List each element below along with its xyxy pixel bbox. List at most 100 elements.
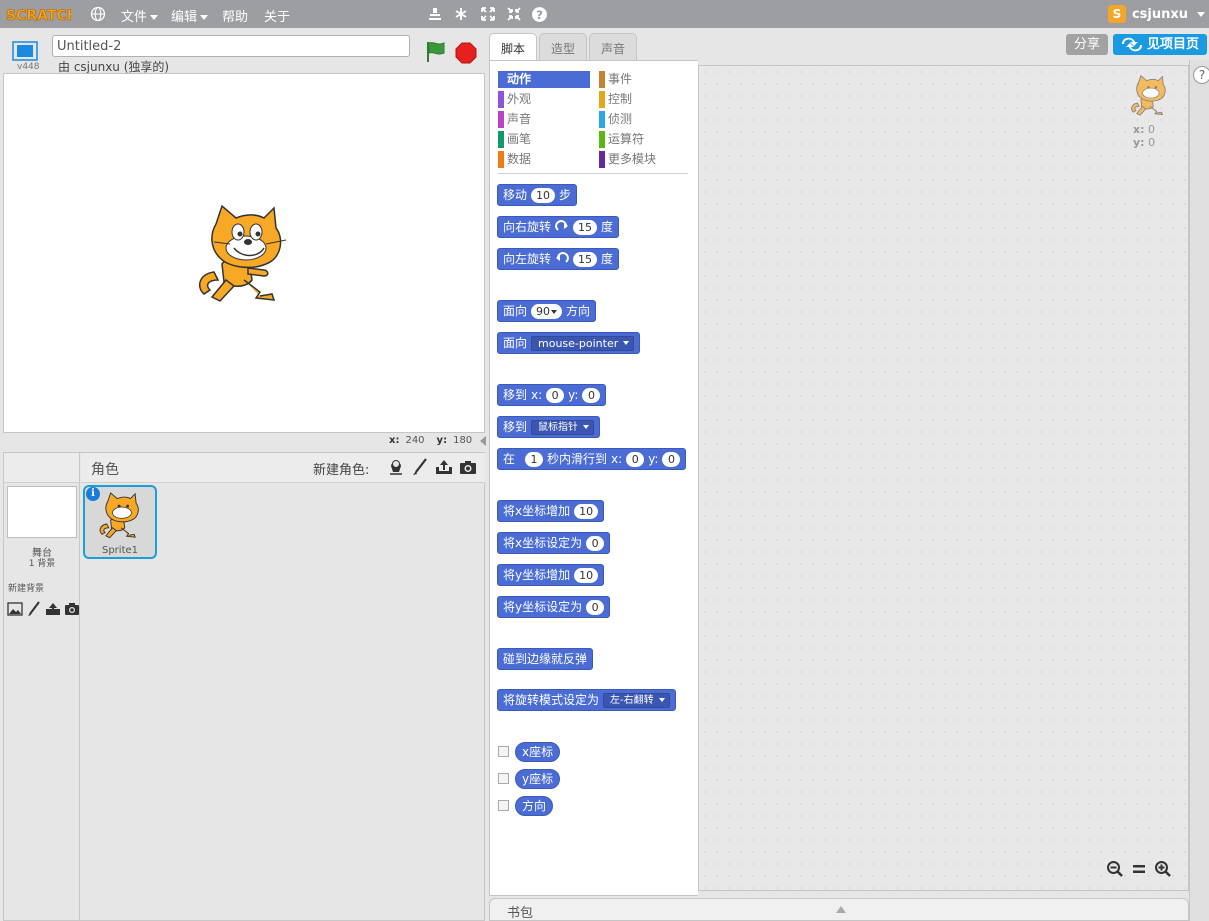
new-sprite-icons xyxy=(386,457,478,477)
chevron-down-icon xyxy=(150,15,159,20)
block-bounce-on-edge[interactable]: 碰到边缘就反弹 xyxy=(497,648,594,670)
reporter-checkbox-direction[interactable] xyxy=(498,800,509,811)
block-turn-right[interactable]: 向右旋转 15 度 xyxy=(497,216,620,238)
reporter-x-position[interactable]: x座标 xyxy=(515,742,561,762)
sprites-title: 角色 xyxy=(91,462,119,478)
tab-scripts[interactable]: 脚本 xyxy=(489,33,538,62)
grow-icon[interactable] xyxy=(478,4,498,24)
block-input[interactable]: 0 xyxy=(582,387,601,403)
menu-help[interactable]: 帮助 xyxy=(222,6,248,25)
block-change-y[interactable]: 将y坐标增加 10 xyxy=(497,564,605,586)
block-input[interactable]: 10 xyxy=(574,503,599,519)
category-sound[interactable]: 声音 xyxy=(498,111,590,128)
block-dropdown[interactable]: 鼠标指针 xyxy=(531,419,595,435)
zoom-reset-icon[interactable] xyxy=(1129,859,1149,879)
tab-costumes[interactable]: 造型 xyxy=(539,33,588,60)
stage-canvas[interactable] xyxy=(3,73,485,433)
zoom-out-icon[interactable] xyxy=(1105,859,1125,879)
block-input[interactable]: 10 xyxy=(531,187,556,203)
globe-icon[interactable] xyxy=(88,4,108,24)
category-sensing[interactable]: 侦测 xyxy=(599,111,691,128)
green-flag-icon[interactable] xyxy=(424,40,448,64)
duplicate-stamp-icon[interactable] xyxy=(425,4,445,24)
block-input[interactable]: 1 xyxy=(525,451,544,467)
category-motion[interactable]: 动作 xyxy=(498,71,590,88)
image-library-icon[interactable] xyxy=(7,599,23,619)
share-button[interactable]: 分享 xyxy=(1066,34,1108,55)
presentation-mode-icon[interactable] xyxy=(12,41,38,61)
reporter-y-position[interactable]: y座标 xyxy=(515,769,561,789)
block-input[interactable]: 0 xyxy=(546,387,565,403)
script-area[interactable]: x: 0 y: 0 xyxy=(698,65,1189,891)
user-menu[interactable]: S csjunxu xyxy=(1107,4,1205,24)
cut-scissors-icon[interactable] xyxy=(451,4,471,24)
upload-icon[interactable] xyxy=(434,457,454,477)
block-input[interactable]: 10 xyxy=(574,567,599,583)
sprite-library: 舞台 1 背景 新建背景 角色 新建角色: i Sprite1 xyxy=(3,452,485,921)
block-input[interactable]: 0 xyxy=(586,599,605,615)
username: csjunxu xyxy=(1131,6,1188,22)
block-input[interactable]: 0 xyxy=(626,451,645,467)
block-go-to[interactable]: 移到 鼠标指针 xyxy=(497,416,601,438)
block-input[interactable]: 15 xyxy=(573,251,598,267)
collapse-stage-icon[interactable] xyxy=(480,436,486,446)
cat-sprite[interactable] xyxy=(194,202,294,308)
see-project-page-button[interactable]: 见项目页 xyxy=(1113,34,1207,55)
current-sprite-thumbnail xyxy=(1131,74,1166,116)
category-control[interactable]: 控制 xyxy=(599,91,691,108)
block-change-x[interactable]: 将x坐标增加 10 xyxy=(497,500,605,522)
block-go-to-xy[interactable]: 移到 x: 0 y: 0 xyxy=(497,384,607,406)
expand-up-icon[interactable] xyxy=(836,906,846,913)
block-set-y[interactable]: 将y坐标设定为 0 xyxy=(497,596,611,618)
category-events[interactable]: 事件 xyxy=(599,71,691,88)
reporter-direction[interactable]: 方向 xyxy=(515,796,554,816)
stage-thumbnail[interactable] xyxy=(7,486,77,538)
block-set-rotation-style[interactable]: 将旋转模式设定为 左-右翻转 xyxy=(497,689,676,711)
new-backdrop-label: 新建背景 xyxy=(8,584,45,594)
paint-brush-icon[interactable] xyxy=(26,599,42,619)
block-input[interactable]: 15 xyxy=(573,219,598,235)
camera-icon[interactable] xyxy=(458,457,478,477)
menu-file[interactable]: 文件 xyxy=(121,6,159,25)
shrink-icon[interactable] xyxy=(504,4,524,24)
block-turn-left[interactable]: 向左旋转 15 度 xyxy=(497,248,620,270)
block-input[interactable]: 0 xyxy=(662,451,681,467)
block-glide[interactable]: 在 1 秒内滑行到 x: 0 y: 0 xyxy=(497,448,687,470)
category-looks[interactable]: 外观 xyxy=(498,91,590,108)
block-input[interactable]: 90 xyxy=(531,303,563,319)
chevron-down-icon xyxy=(200,15,209,20)
camera-icon[interactable] xyxy=(64,599,80,619)
category-more-blocks[interactable]: 更多模块 xyxy=(599,151,691,168)
block-set-x[interactable]: 将x坐标设定为 0 xyxy=(497,532,611,554)
scratch-logo[interactable]: SCRATCH xyxy=(5,4,71,24)
tab-sounds[interactable]: 声音 xyxy=(589,33,638,60)
help-question-icon[interactable]: ? xyxy=(1193,66,1209,84)
backpack-panel[interactable]: 书包 xyxy=(489,898,1189,921)
block-dropdown[interactable]: 左-右翻转 xyxy=(603,692,670,708)
stop-sign-icon[interactable] xyxy=(455,42,477,64)
category-operators[interactable]: 运算符 xyxy=(599,131,691,148)
upload-icon[interactable] xyxy=(45,599,61,619)
chevron-down-icon xyxy=(658,698,665,702)
zoom-in-icon[interactable] xyxy=(1153,859,1173,879)
sprite-tile[interactable]: i Sprite1 xyxy=(83,485,157,559)
stage-column: 舞台 1 背景 新建背景 xyxy=(4,453,80,920)
category-data[interactable]: 数据 xyxy=(498,151,590,168)
menu-edit[interactable]: 编辑 xyxy=(171,6,209,25)
category-pen[interactable]: 画笔 xyxy=(498,131,590,148)
block-dropdown[interactable]: mouse-pointer xyxy=(531,335,635,351)
paint-brush-icon[interactable] xyxy=(410,457,430,477)
block-input[interactable]: 0 xyxy=(586,535,605,551)
help-question-icon[interactable]: ? xyxy=(529,4,549,24)
block-point-towards[interactable]: 面向 mouse-pointer xyxy=(497,332,641,354)
block-point-in-direction[interactable]: 面向 90 方向 xyxy=(497,300,597,322)
block-move-steps[interactable]: 移动 10 步 xyxy=(497,184,578,206)
project-title-input[interactable] xyxy=(52,35,410,57)
reporter-checkbox-y[interactable] xyxy=(498,773,509,784)
palette-divider xyxy=(498,173,688,174)
sprite-library-icon[interactable] xyxy=(386,457,406,477)
reporter-checkbox-x[interactable] xyxy=(498,746,509,757)
stage-mouse-coords: x: 240 y: 180 xyxy=(389,435,473,446)
menu-about[interactable]: 关于 xyxy=(264,6,290,25)
version-label: v448 xyxy=(17,62,40,72)
